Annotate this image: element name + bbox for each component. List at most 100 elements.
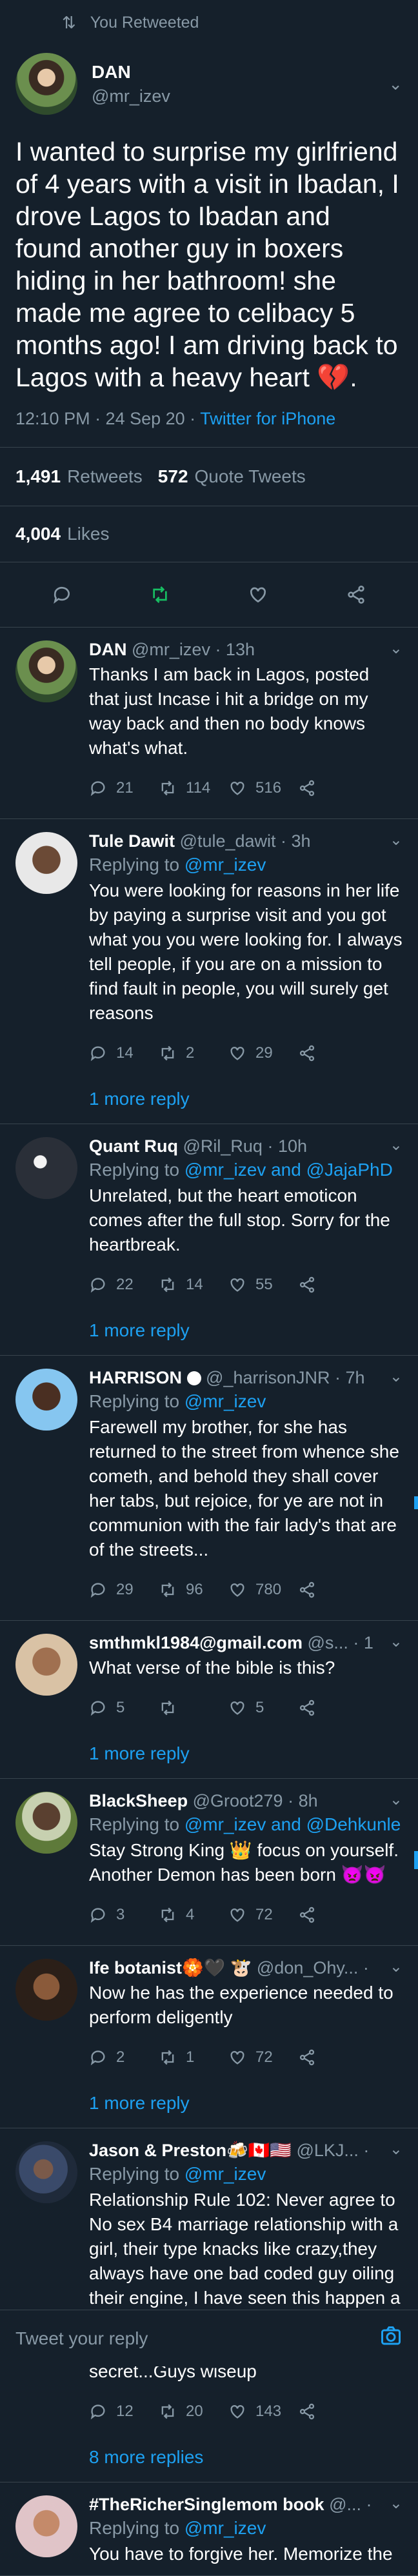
reply-like-button[interactable]: 516 xyxy=(228,779,298,797)
reply-tweet[interactable]: ⌄ Quant Ruq @Ril_Ruq · 10h Replying to @mr… xyxy=(0,1124,418,1356)
reply-comment-button[interactable]: 3 xyxy=(89,1906,159,1924)
reply-comment-button[interactable]: 22 xyxy=(89,1276,159,1294)
reply-author-handle[interactable]: @_harrisonJNR · 7h xyxy=(206,1368,365,1387)
replying-to-users[interactable]: @mr_izev xyxy=(184,2518,266,2538)
reply-like-button[interactable]: 5 xyxy=(228,1699,298,1717)
reply-retweet-button[interactable]: 4 xyxy=(159,1906,228,1924)
reply-like-button[interactable]: 143 xyxy=(228,2403,298,2421)
reply-author-handle[interactable]: @... · 8h xyxy=(329,2495,374,2514)
avatar[interactable] xyxy=(15,1792,77,1854)
reply-share-button[interactable] xyxy=(298,779,368,797)
reply-comment-button[interactable]: 14 xyxy=(89,1044,159,1062)
reply-retweet-button[interactable]: 96 xyxy=(159,1581,228,1599)
share-icon[interactable] xyxy=(346,584,366,605)
reply-like-button[interactable]: 72 xyxy=(228,2048,298,2066)
author-handle[interactable]: @mr_izev xyxy=(92,86,170,106)
reply-comment-button[interactable]: 5 xyxy=(89,1699,159,1717)
chevron-down-icon[interactable]: ⌄ xyxy=(390,1957,403,1976)
avatar[interactable] xyxy=(15,832,77,894)
heart-icon[interactable] xyxy=(248,584,268,605)
reply-share-button[interactable] xyxy=(298,1276,368,1294)
chevron-down-icon[interactable]: ⌄ xyxy=(390,1632,403,1651)
reply-author-handle[interactable]: @Groot279 · 8h xyxy=(193,1791,318,1810)
retweet-icon[interactable] xyxy=(150,584,170,605)
more-replies-link[interactable]: 1 more reply xyxy=(89,1075,403,1124)
chevron-down-icon[interactable]: ⌄ xyxy=(388,74,403,94)
avatar[interactable] xyxy=(15,1369,77,1431)
reply-like-button[interactable]: 72 xyxy=(228,1906,298,1924)
avatar[interactable] xyxy=(15,2141,77,2203)
reply-comment-button[interactable]: 29 xyxy=(89,1581,159,1599)
like-count[interactable]: 4,004 xyxy=(15,524,61,544)
reply-tweet[interactable]: ⌄ BlackSheep @Groot279 · 8h Replying to @m… xyxy=(0,1779,418,1946)
comment-icon[interactable] xyxy=(52,584,72,605)
reply-share-button[interactable] xyxy=(298,1581,368,1599)
more-replies-link[interactable]: 1 more reply xyxy=(89,2079,403,2128)
reply-tweet[interactable]: ⌄Jason & Preston🍻🇨🇦🇺🇸 @LKJ... · 5hReplyi… xyxy=(0,2128,418,2482)
reply-author-handle[interactable]: @Ril_Ruq · 10h xyxy=(183,1136,308,1156)
more-replies-link[interactable]: 8 more replies xyxy=(89,2433,403,2482)
reply-composer[interactable]: Tweet your reply xyxy=(0,2310,418,2366)
reply-tweet[interactable]: ⌄ smthmkl1984@gmail.com @s... · 1h What ve… xyxy=(0,1621,418,1779)
reply-retweet-button[interactable]: 14 xyxy=(159,1276,228,1294)
composer-placeholder[interactable]: Tweet your reply xyxy=(15,2328,148,2349)
replying-to-users[interactable]: @mr_izev and @Dehkunle xyxy=(184,1814,401,1834)
reply-tweet[interactable]: ⌄ HARRISON @_harrisonJNR · 7h Replying to … xyxy=(0,1356,418,1621)
chevron-down-icon[interactable]: ⌄ xyxy=(390,2140,403,2159)
chevron-down-icon[interactable]: ⌄ xyxy=(390,831,403,849)
like-count-label[interactable]: Likes xyxy=(67,524,109,544)
more-replies-link[interactable]: 1 more reply xyxy=(89,1729,403,1778)
avatar[interactable] xyxy=(15,2495,77,2557)
reply-share-button[interactable] xyxy=(298,1699,368,1717)
reply-author-name[interactable]: Quant Ruq xyxy=(89,1136,178,1156)
more-replies-link[interactable]: 1 more reply xyxy=(89,1306,403,1355)
retweet-count[interactable]: 1,491 xyxy=(15,466,61,487)
avatar[interactable] xyxy=(15,1634,77,1696)
camera-icon[interactable] xyxy=(379,2324,403,2352)
reply-retweet-button[interactable] xyxy=(159,1699,228,1717)
reply-author-name[interactable]: HARRISON xyxy=(89,1368,182,1387)
reply-author-handle[interactable]: @s... · 1h xyxy=(307,1633,374,1652)
reply-share-button[interactable] xyxy=(298,1044,368,1062)
reply-author-handle[interactable]: @don_Ohy... · 8h xyxy=(257,1958,374,1977)
quote-count[interactable]: 572 xyxy=(158,466,188,487)
reply-tweet[interactable]: ⌄#TheRicherSinglemom book @... · 8hReply… xyxy=(0,2482,418,2576)
reply-share-button[interactable] xyxy=(298,2048,368,2066)
replying-to-users[interactable]: @mr_izev and @JajaPhD xyxy=(184,1160,393,1180)
avatar[interactable] xyxy=(15,640,77,702)
reply-like-button[interactable]: 29 xyxy=(228,1044,298,1062)
tweet-client-link[interactable]: Twitter for iPhone xyxy=(200,409,335,428)
reply-author-handle[interactable]: @mr_izev · 13h xyxy=(132,640,255,659)
avatar[interactable] xyxy=(15,1137,77,1199)
reply-author-name[interactable]: Jason & Preston🍻🇨🇦🇺🇸 xyxy=(89,2141,292,2160)
replying-to-users[interactable]: @mr_izev xyxy=(184,1391,266,1411)
reply-author-name[interactable]: DAN xyxy=(89,640,127,659)
chevron-down-icon[interactable]: ⌄ xyxy=(390,639,403,658)
reply-author-name[interactable]: #TheRicherSinglemom book xyxy=(89,2495,324,2514)
chevron-down-icon[interactable]: ⌄ xyxy=(390,1367,403,1386)
reply-retweet-button[interactable]: 1 xyxy=(159,2048,228,2066)
reply-tweet[interactable]: ⌄ Ife botanist🏵️🖤 🐮 @don_Ohy... · 8h Now h… xyxy=(0,1946,418,2128)
reply-retweet-button[interactable]: 114 xyxy=(159,779,228,797)
reply-author-handle[interactable]: @LKJ... · 5h xyxy=(296,2141,374,2160)
reply-retweet-button[interactable]: 2 xyxy=(159,1044,228,1062)
reply-comment-button[interactable]: 21 xyxy=(89,779,159,797)
author-name[interactable]: DAN xyxy=(92,62,170,83)
reply-share-button[interactable] xyxy=(298,1906,368,1924)
chevron-down-icon[interactable]: ⌄ xyxy=(390,1136,403,1154)
reply-comment-button[interactable]: 12 xyxy=(89,2403,159,2421)
reply-author-name[interactable]: smthmkl1984@gmail.com xyxy=(89,1633,303,1652)
reply-comment-button[interactable]: 2 xyxy=(89,2048,159,2066)
chevron-down-icon[interactable]: ⌄ xyxy=(390,1790,403,1809)
replying-to-users[interactable]: @mr_izev xyxy=(184,2164,266,2184)
avatar[interactable] xyxy=(15,1959,77,2021)
reply-share-button[interactable] xyxy=(298,2403,368,2421)
reply-author-name[interactable]: Tule Dawit xyxy=(89,831,175,851)
retweet-count-label[interactable]: Retweets xyxy=(67,466,143,487)
reply-tweet[interactable]: ⌄ DAN @mr_izev · 13h Thanks I am back in L… xyxy=(0,628,418,819)
chevron-down-icon[interactable]: ⌄ xyxy=(390,2494,403,2513)
avatar[interactable] xyxy=(15,53,77,115)
reply-author-handle[interactable]: @tule_dawit · 3h xyxy=(180,831,311,851)
reply-retweet-button[interactable]: 20 xyxy=(159,2403,228,2421)
quote-count-label[interactable]: Quote Tweets xyxy=(195,466,306,487)
